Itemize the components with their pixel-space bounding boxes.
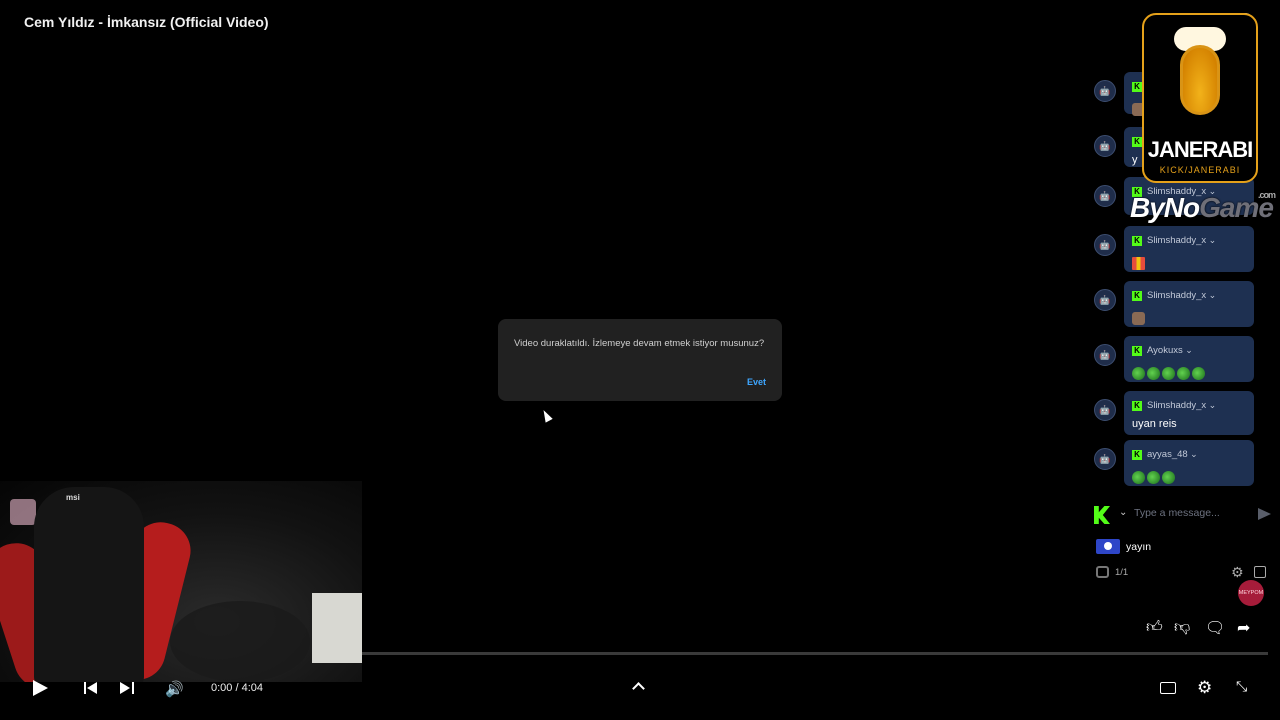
- stream-icon: [1096, 539, 1120, 554]
- user-avatar[interactable]: MEYPOM: [1238, 580, 1264, 606]
- chat-message-input[interactable]: [1134, 507, 1254, 519]
- stream-label: yayın: [1126, 541, 1152, 553]
- chat-settings-icon[interactable]: ⚙: [1231, 564, 1244, 581]
- bynogame-logo: ByNoGame .com: [1130, 190, 1276, 224]
- kick-badge-icon: K: [1132, 449, 1142, 460]
- chat-bubble: K Slimshaddy_x: [1124, 281, 1254, 327]
- chat-username[interactable]: Slimshaddy_x: [1147, 235, 1216, 246]
- dialog-message: Video duraklatıldı. İzlemeye devam etmek…: [514, 338, 765, 349]
- webcam-overlay: msi: [0, 481, 362, 682]
- emote-icon: [1147, 367, 1160, 380]
- time-display: 0:00 / 4:04: [211, 682, 263, 694]
- chat-avatar-icon[interactable]: 🤖: [1094, 185, 1116, 207]
- chair-logo: msi: [66, 493, 80, 502]
- progress-bar[interactable]: [362, 652, 1268, 655]
- emote-icon: [1192, 367, 1205, 380]
- chat-avatar-icon[interactable]: 🤖: [1094, 448, 1116, 470]
- chat-avatar-icon[interactable]: 🤖: [1094, 234, 1116, 256]
- kick-logo-icon[interactable]: [1094, 506, 1110, 524]
- settings-gear-icon[interactable]: ⚙: [1197, 678, 1212, 698]
- next-button[interactable]: [120, 682, 134, 694]
- chat-bubble: Kayyas_48: [1124, 440, 1254, 486]
- emote-icon: [1162, 367, 1175, 380]
- chat-input-row: ⌄: [1094, 505, 1271, 525]
- chat-avatar-icon[interactable]: 🤖: [1094, 80, 1116, 102]
- pause-dialog: Video duraklatıldı. İzlemeye devam etmek…: [498, 319, 782, 401]
- dislike-icon[interactable]: 👎︎: [1174, 618, 1190, 637]
- kick-badge-icon: K: [1132, 136, 1142, 147]
- volume-icon[interactable]: 🔊: [165, 680, 184, 698]
- chat-bubble: K Slimshaddy_xuyan reis: [1124, 391, 1254, 435]
- send-icon[interactable]: [1258, 508, 1271, 520]
- microphone-icon: [1180, 45, 1220, 115]
- kick-badge-icon: K: [1132, 235, 1142, 246]
- emote-icon: [1132, 471, 1145, 484]
- bynogame-part-a: ByNo: [1130, 192, 1200, 223]
- chat-avatar-icon[interactable]: 🤖: [1094, 289, 1116, 311]
- emote-icon: [1147, 471, 1160, 484]
- like-icon[interactable]: 👍︎: [1146, 618, 1163, 637]
- emote-icon: [1132, 312, 1145, 325]
- chat-bubble: K Slimshaddy_x: [1124, 226, 1254, 272]
- chat-message-text: uyan reis: [1132, 418, 1177, 430]
- mouse-cursor: [540, 408, 553, 423]
- logo-brand-text: JANERABI: [1147, 137, 1253, 162]
- previous-button[interactable]: [84, 682, 98, 694]
- rug: [170, 601, 310, 682]
- share-icon[interactable]: ➦: [1237, 618, 1250, 638]
- chevron-up-icon[interactable]: [632, 682, 645, 695]
- chat-avatar-icon[interactable]: 🤖: [1094, 344, 1116, 366]
- pager-label: 1/1: [1115, 567, 1129, 578]
- chat-username[interactable]: Slimshaddy_x: [1147, 290, 1216, 301]
- chat-avatar-icon[interactable]: 🤖: [1094, 399, 1116, 421]
- bynogame-suffix: .com: [1258, 190, 1276, 200]
- kick-badge-icon: K: [1132, 81, 1142, 92]
- chevron-down-icon[interactable]: ⌄: [1119, 507, 1127, 518]
- chat-avatar-icon[interactable]: 🤖: [1094, 135, 1116, 157]
- captions-button[interactable]: [1160, 682, 1176, 694]
- webcam-pink-object: [10, 499, 36, 525]
- emote-icon: [1162, 471, 1175, 484]
- chair-back: [34, 487, 144, 682]
- exit-fullscreen-icon[interactable]: ⤡: [1236, 678, 1247, 695]
- chat-bubble: K Ayokuxs: [1124, 336, 1254, 382]
- logo-sub-text: KICK/JANERABI: [1159, 165, 1241, 175]
- kick-badge-icon: K: [1132, 400, 1142, 411]
- table-leg: [312, 593, 362, 663]
- chat-username[interactable]: ayyas_48: [1147, 449, 1198, 460]
- chat-username[interactable]: Slimshaddy_x: [1147, 400, 1216, 411]
- chat-username[interactable]: Ayokuxs: [1147, 345, 1193, 356]
- emote-icon: [1132, 367, 1145, 380]
- continue-button[interactable]: Evet: [747, 377, 766, 387]
- comment-icon[interactable]: 🗨︎: [1205, 618, 1225, 638]
- toggle-icon: [1096, 566, 1109, 578]
- kick-badge-icon: K: [1132, 290, 1142, 301]
- chat-exit-icon[interactable]: [1254, 566, 1266, 578]
- play-button[interactable]: [33, 680, 48, 696]
- video-title: Cem Yıldız - İmkansız (Official Video): [24, 14, 269, 30]
- janerabi-logo: JANERABI KICK/JANERABI: [1142, 13, 1258, 183]
- kick-badge-icon: K: [1132, 345, 1142, 356]
- emote-icon: [1132, 257, 1145, 270]
- emote-icon: [1177, 367, 1190, 380]
